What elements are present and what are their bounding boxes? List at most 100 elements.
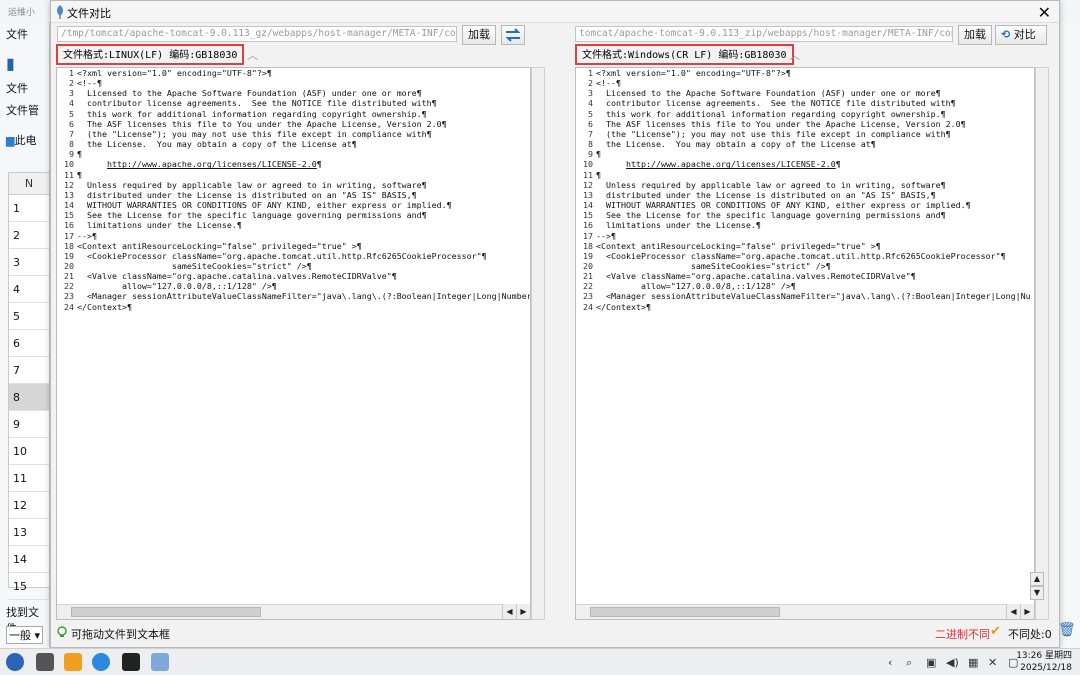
right-vertical-scrollbar[interactable] [1035, 67, 1049, 620]
line-number: 20 [583, 260, 593, 271]
right-load-button[interactable]: 加载 [958, 25, 992, 45]
bg-grid-row[interactable]: 11 [9, 465, 49, 492]
code-line: 23 <Manager sessionAttributeValueClassNa… [60, 291, 531, 302]
line-number: 6 [588, 118, 593, 129]
line-number: 7 [588, 128, 593, 139]
bg-grid-row[interactable]: 7 [9, 357, 49, 384]
bg-grid-row[interactable]: 10 [9, 438, 49, 465]
bg-menu-file-2[interactable]: 文件 [6, 80, 28, 96]
left-path-input[interactable]: /tmp/tomcat/apache-tomcat-9.0.113_gz/web… [57, 26, 457, 42]
bg-menu-file[interactable]: 文件 [6, 26, 28, 42]
code-line: 13 distributed under the License is dist… [60, 190, 530, 200]
left-scroll-left-arrow-icon[interactable]: ◀ [502, 604, 516, 619]
line-number: 8 [588, 139, 593, 150]
code-line: 3 Licensed to the Apache Software Founda… [60, 88, 530, 98]
bg-data-grid: N 1 2 3 4 5 6 7 8 9 10 11 12 13 14 15 [8, 172, 50, 600]
left-scroll-thumb[interactable] [71, 607, 261, 617]
code-line: 21 <Valve className="org.apache.catalina… [579, 271, 1031, 281]
line-text: this work for additional information reg… [77, 108, 427, 119]
start-menu-icon[interactable] [6, 653, 24, 671]
trash-icon[interactable]: 🗑 [1058, 622, 1076, 638]
code-line: 22 allow="127.0.0.0/8,::1/128" />¶ [579, 281, 1031, 291]
bg-level-combo[interactable]: 一般 ▾ [6, 626, 44, 644]
tray-volume-icon[interactable]: ◀) [946, 656, 959, 669]
line-number: 17 [64, 230, 74, 241]
code-line: 4 contributor license agreements. See th… [60, 98, 530, 108]
compare-button[interactable]: ⟲ 对比 [995, 25, 1047, 45]
line-number: 23 [583, 291, 593, 302]
left-scroll-right-arrow-icon[interactable]: ▶ [516, 604, 530, 619]
line-text: http://www.apache.org/licenses/LICENSE-2… [625, 159, 841, 170]
ops-tool-icon[interactable] [151, 653, 169, 671]
left-load-button[interactable]: 加载 [462, 25, 496, 45]
line-number: 2 [69, 78, 74, 89]
bg-scroll-up-arrow-icon[interactable]: ▲ [1030, 572, 1044, 586]
right-path-input[interactable]: tomcat/apache-tomcat-9.0.113_zip/webapps… [575, 26, 953, 42]
right-collapse-icon[interactable]: ︿ [789, 47, 800, 63]
line-text: ¶ [77, 149, 82, 160]
bg-grid-row[interactable]: 8 [9, 384, 49, 411]
file-manager-icon[interactable] [64, 653, 82, 671]
swap-icon [505, 28, 521, 42]
system-clock[interactable]: 13:26 星期四 2025/12/18 [1016, 650, 1072, 674]
line-text: allow="127.0.0.0/8,::1/128" />¶ [77, 281, 277, 292]
bg-grid-row[interactable]: 1 [9, 195, 49, 222]
multitask-view-icon[interactable] [36, 653, 54, 671]
line-number: 9 [69, 149, 74, 160]
right-code-content: 1 <?xml version="1.0" encoding="UTF-8"?>¶… [579, 68, 1031, 312]
tray-screenshot-icon[interactable]: ▣ [926, 656, 936, 669]
tray-search-icon[interactable]: ⌕ [906, 656, 912, 670]
right-scroll-thumb[interactable] [590, 607, 780, 617]
left-horizontal-scrollbar[interactable] [57, 604, 502, 619]
bg-tab-file-management[interactable]: 文件管 [6, 102, 39, 118]
line-text: <Manager sessionAttributeValueClassNameF… [77, 291, 531, 302]
left-vertical-scrollbar[interactable] [531, 67, 545, 620]
tray-network-icon[interactable]: ▦ [968, 656, 978, 669]
line-text: sameSiteCookies="strict" />¶ [596, 260, 831, 271]
left-text-editor[interactable]: 1 <?xml version="1.0" encoding="UTF-8"?>¶… [56, 67, 531, 620]
line-number: 9 [588, 149, 593, 160]
line-number: 18 [64, 240, 74, 251]
code-line: 16 limitations under the License.¶ [579, 220, 1031, 230]
line-text: this work for additional information reg… [596, 108, 946, 119]
code-line: 15 See the License for the specific lang… [579, 210, 1031, 220]
bg-grid-row[interactable]: 3 [9, 249, 49, 276]
bg-grid-header: N [9, 173, 49, 195]
browser-icon[interactable] [92, 653, 110, 671]
code-line: 9 ¶ [60, 149, 530, 160]
line-text: See the License for the specific languag… [77, 210, 427, 221]
line-number: 16 [64, 220, 74, 231]
bg-grid-row[interactable]: 12 [9, 492, 49, 519]
code-line: 6 The ASF licenses this file to You unde… [60, 118, 530, 129]
line-number: 6 [69, 118, 74, 129]
line-text: sameSiteCookies="strict" />¶ [77, 260, 312, 271]
right-text-editor[interactable]: 1 <?xml version="1.0" encoding="UTF-8"?>¶… [575, 67, 1035, 620]
right-scroll-right-arrow-icon[interactable]: ▶ [1020, 604, 1034, 619]
bg-grid-row[interactable]: 4 [9, 276, 49, 303]
line-number: 1 [588, 68, 593, 78]
bg-scroll-down-arrow-icon[interactable]: ▼ [1030, 586, 1044, 600]
bg-grid-row[interactable]: 9 [9, 411, 49, 438]
code-line: 12 Unless required by applicable law or … [579, 180, 1031, 190]
terminal-icon[interactable] [122, 653, 140, 671]
code-line: 3 Licensed to the Apache Software Founda… [579, 88, 1031, 98]
tray-notifications-off-icon[interactable]: ✕ [988, 656, 997, 669]
bg-grid-row[interactable]: 5 [9, 303, 49, 330]
close-icon[interactable]: ✕ [1038, 3, 1051, 22]
right-horizontal-scrollbar[interactable] [576, 604, 1006, 619]
file-compare-dialog: 文件对比 ✕ /tmp/tomcat/apache-tomcat-9.0.113… [50, 0, 1060, 648]
bg-grid-row[interactable]: 6 [9, 330, 49, 357]
bg-grid-row[interactable]: 14 [9, 546, 49, 573]
bg-grid-row[interactable]: 13 [9, 519, 49, 546]
line-text: ¶ [596, 169, 601, 180]
line-number: 13 [583, 189, 593, 200]
swap-button[interactable] [501, 25, 525, 45]
bg-grid-row[interactable]: 2 [9, 222, 49, 249]
bg-this-pc[interactable]: ▆此电 [6, 132, 36, 148]
left-collapse-icon[interactable]: ︿ [247, 47, 258, 63]
tray-arrow-icon[interactable]: ‹ [888, 656, 892, 669]
right-scroll-left-arrow-icon[interactable]: ◀ [1006, 604, 1020, 619]
line-text: The ASF licenses this file to You under … [596, 118, 966, 129]
code-line: 21 <Valve className="org.apache.catalina… [60, 271, 530, 281]
bg-grid-row[interactable]: 15 [9, 573, 49, 600]
